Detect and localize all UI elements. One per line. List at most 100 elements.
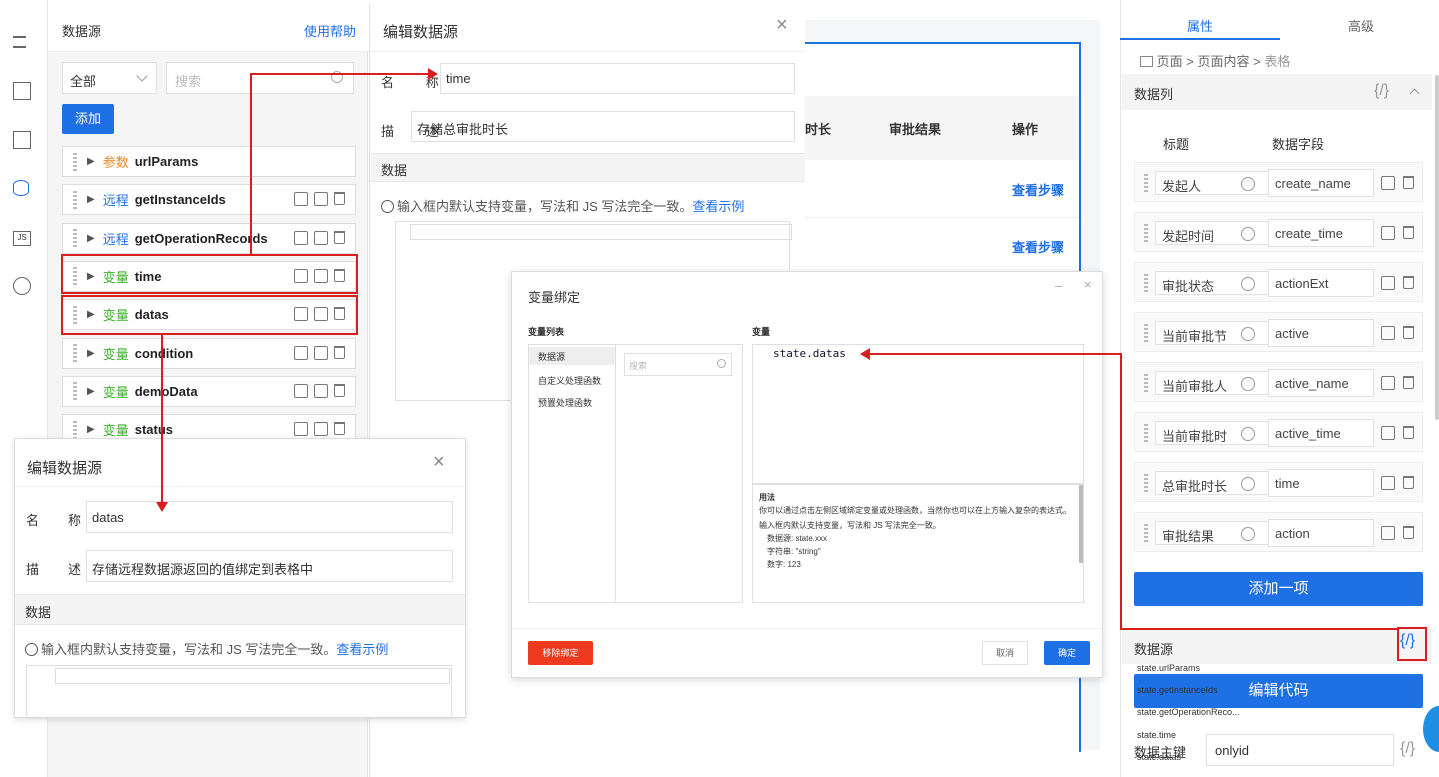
datasource-item[interactable]: ▶ 变量 condition — [62, 337, 356, 369]
datasource-item[interactable]: ▶ 远程 getInstanceIds — [62, 184, 356, 216]
column-title-field[interactable]: 当前审批时 — [1155, 421, 1275, 445]
variable-item[interactable]: state.getOperationReco... — [1137, 707, 1240, 717]
datasource-icon[interactable] — [13, 180, 29, 196]
delete-icon[interactable] — [1403, 526, 1414, 539]
drag-handle-icon[interactable] — [1144, 474, 1148, 492]
crumb-page[interactable]: 页面 — [1157, 54, 1183, 69]
globe-icon[interactable] — [13, 277, 31, 295]
edit-icon[interactable] — [1381, 226, 1395, 240]
example-link[interactable]: 查看示例 — [336, 642, 388, 657]
drag-handle-icon[interactable] — [1144, 274, 1148, 292]
edit-icon[interactable] — [1381, 326, 1395, 340]
copy-icon[interactable] — [314, 345, 328, 360]
drag-handle-icon[interactable] — [73, 152, 77, 171]
edit-icon[interactable] — [1381, 526, 1395, 540]
edit-icon[interactable] — [294, 230, 308, 245]
column-field-input[interactable]: create_time — [1268, 219, 1374, 247]
close-icon[interactable]: × — [433, 451, 445, 474]
column-field-input[interactable]: create_name — [1268, 169, 1374, 197]
column-title-field[interactable]: 发起时间 — [1155, 221, 1275, 245]
desc-field[interactable]: 存储总审批时长 — [411, 111, 795, 142]
delete-icon[interactable] — [1403, 176, 1414, 189]
delete-icon[interactable] — [334, 422, 345, 436]
variable-item[interactable]: state.datas — [1137, 752, 1181, 762]
globe-icon[interactable] — [1241, 477, 1255, 491]
outline-icon[interactable] — [13, 36, 26, 48]
globe-icon[interactable] — [1241, 527, 1255, 541]
add-button[interactable]: 添加 — [62, 104, 114, 134]
delete-icon[interactable] — [1403, 326, 1414, 339]
search-input[interactable]: 搜索 — [166, 62, 354, 94]
column-field-input[interactable]: active — [1268, 319, 1374, 347]
close-icon[interactable]: × — [776, 14, 788, 37]
datasource-item[interactable]: ▶ 参数 urlParams — [62, 146, 356, 177]
drag-handle-icon[interactable] — [1144, 374, 1148, 392]
tab-properties[interactable]: 属性 — [1187, 16, 1213, 35]
tab-advanced[interactable]: 高级 — [1348, 16, 1374, 35]
edit-icon[interactable] — [294, 383, 308, 398]
expand-icon[interactable]: ▶ — [87, 348, 95, 359]
var-search-input[interactable]: 搜索 — [624, 353, 732, 376]
scrollbar[interactable] — [1079, 485, 1083, 563]
category-custom-fn[interactable]: 自定义处理函数 — [538, 374, 601, 387]
delete-icon[interactable] — [334, 192, 345, 206]
column-title-field[interactable]: 当前审批节 — [1155, 321, 1275, 345]
drag-handle-icon[interactable] — [1144, 174, 1148, 192]
example-link[interactable]: 查看示例 — [692, 199, 744, 214]
column-field-input[interactable]: actionExt — [1268, 269, 1374, 297]
filter-select[interactable]: 全部 — [62, 62, 157, 94]
drag-handle-icon[interactable] — [73, 382, 77, 401]
name-field[interactable]: time — [440, 63, 795, 94]
column-field-input[interactable]: action — [1268, 519, 1374, 547]
copy-icon[interactable] — [314, 422, 328, 437]
expand-icon[interactable]: ▶ — [87, 386, 95, 397]
delete-icon[interactable] — [334, 230, 345, 244]
column-title-field[interactable]: 审批状态 — [1155, 271, 1275, 295]
delete-icon[interactable] — [1403, 426, 1414, 439]
variable-item[interactable]: state.getInstanceIds — [1137, 685, 1218, 695]
delete-icon[interactable] — [1403, 476, 1414, 489]
columns-code-icon[interactable]: {/} — [1374, 82, 1389, 100]
column-title-field[interactable]: 当前审批人 — [1155, 371, 1275, 395]
expand-icon[interactable]: ▶ — [87, 424, 95, 435]
category-preset-fn[interactable]: 预置处理函数 — [538, 396, 592, 409]
expand-icon[interactable]: ▶ — [87, 156, 95, 167]
column-title-field[interactable]: 发起人 — [1155, 171, 1275, 195]
drag-handle-icon[interactable] — [73, 190, 77, 209]
cancel-button[interactable]: 取消 — [982, 641, 1028, 665]
name-field[interactable]: datas — [86, 501, 453, 533]
edit-icon[interactable] — [294, 345, 308, 360]
edit-icon[interactable] — [1381, 426, 1395, 440]
drag-handle-icon[interactable] — [73, 229, 77, 248]
js-icon[interactable]: JS — [13, 231, 31, 246]
drag-handle-icon[interactable] — [73, 344, 77, 362]
globe-icon[interactable] — [1241, 377, 1255, 391]
view-steps-link[interactable]: 查看步骤 — [1012, 237, 1064, 256]
drag-handle-icon[interactable] — [1144, 324, 1148, 342]
expression-editor[interactable] — [752, 344, 1084, 484]
layout-icon[interactable] — [13, 131, 31, 149]
close-icon[interactable]: × — [1084, 277, 1092, 292]
edit-icon[interactable] — [1381, 276, 1395, 290]
globe-icon[interactable] — [1241, 177, 1255, 191]
delete-icon[interactable] — [1403, 276, 1414, 289]
column-field-input[interactable]: time — [1268, 469, 1374, 497]
column-title-field[interactable]: 审批结果 — [1155, 521, 1275, 545]
column-field-input[interactable]: active_time — [1268, 419, 1374, 447]
column-title-field[interactable]: 总审批时长 — [1155, 471, 1275, 495]
remove-binding-button[interactable]: 移除绑定 — [528, 641, 593, 665]
edit-icon[interactable] — [294, 422, 308, 437]
datasource-item[interactable]: ▶ 变量 demoData — [62, 375, 356, 407]
delete-icon[interactable] — [1403, 226, 1414, 239]
expand-icon[interactable]: ▶ — [87, 194, 95, 205]
crumb-content[interactable]: 页面内容 — [1197, 54, 1249, 69]
copy-icon[interactable] — [314, 230, 328, 245]
drag-handle-icon[interactable] — [1144, 224, 1148, 242]
edit-icon[interactable] — [1381, 376, 1395, 390]
edit-icon[interactable] — [1381, 476, 1395, 490]
pk-code-icon[interactable]: {/} — [1400, 740, 1415, 758]
minimize-icon[interactable]: – — [1055, 278, 1062, 293]
delete-icon[interactable] — [1403, 376, 1414, 389]
scrollbar[interactable] — [1435, 75, 1439, 420]
globe-icon[interactable] — [1241, 327, 1255, 341]
